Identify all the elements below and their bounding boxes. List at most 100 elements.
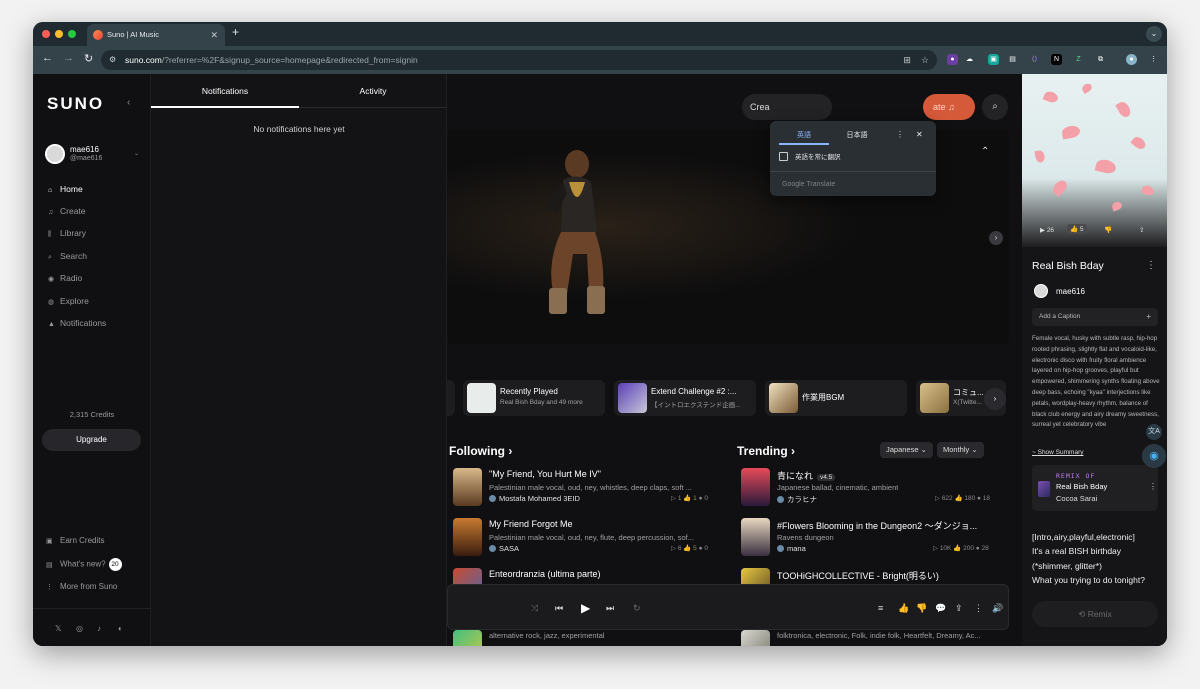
more-options-icon[interactable]: ⋮: [974, 585, 983, 631]
close-window-button[interactable]: [42, 30, 50, 38]
more-from-suno-link[interactable]: ⋮ More from Suno: [46, 582, 117, 591]
nav-notifications[interactable]: ▲ Notifications: [48, 316, 106, 330]
caption-input[interactable]: Add a Caption +: [1032, 308, 1158, 326]
remix-button[interactable]: ⟲ Remix: [1032, 601, 1158, 627]
new-tab-button[interactable]: +: [232, 25, 239, 39]
song-row[interactable]: My Friend Forgot Me Palestinian male voc…: [453, 518, 715, 558]
upgrade-button[interactable]: Upgrade: [42, 429, 141, 451]
extension-icon-2[interactable]: ☁: [964, 54, 975, 65]
creator-name[interactable]: mae616: [1056, 287, 1085, 296]
hero-next-icon[interactable]: ›: [989, 231, 1003, 245]
remix-of-card[interactable]: REMIX OF Real Bish Bday Cocoa Sarai ⋮: [1032, 465, 1158, 511]
nav-explore[interactable]: ◍ Explore: [48, 294, 89, 308]
more-options-icon[interactable]: ⋮: [1149, 482, 1157, 491]
song-artist[interactable]: SASA: [489, 544, 519, 553]
instagram-icon[interactable]: ◎: [76, 624, 83, 633]
create-button[interactable]: ate ♫: [923, 94, 975, 120]
x-twitter-icon[interactable]: 𝕏: [55, 624, 61, 633]
collapse-sidebar-icon[interactable]: ‹: [127, 97, 130, 108]
browser-menu-icon[interactable]: ⋮: [1148, 54, 1159, 65]
site-info-icon[interactable]: ⚙: [109, 50, 116, 70]
play-count-button[interactable]: ▶ 26: [1040, 226, 1054, 234]
bookmark-star-icon[interactable]: ☆: [921, 55, 929, 65]
search-create-pill[interactable]: Crea: [742, 94, 832, 120]
address-bar[interactable]: ⚙ suno.com/?referrer=%2F&signup_source=h…: [101, 50, 937, 70]
whats-new-link[interactable]: ▤ What's new? 20: [46, 558, 122, 571]
translate-target-tab[interactable]: 日本語: [832, 127, 882, 145]
extension-icon-5[interactable]: ⟨⟩: [1029, 54, 1040, 65]
language-dropdown[interactable]: Japanese ⌄: [880, 442, 933, 458]
repeat-icon[interactable]: ↻: [633, 585, 641, 631]
tab-activity[interactable]: Activity: [299, 74, 447, 108]
user-avatar[interactable]: [45, 144, 65, 164]
search-button[interactable]: ⌕: [982, 94, 1008, 120]
playlist-card[interactable]: Extend Challenge #2 :... 【イントロエクステンド企画..…: [614, 380, 756, 416]
profile-avatar-icon[interactable]: ●: [1126, 54, 1137, 65]
tab-notifications[interactable]: Notifications: [151, 74, 299, 108]
close-tab-icon[interactable]: ✕: [210, 24, 218, 46]
close-icon[interactable]: ✕: [916, 130, 923, 139]
show-summary-link[interactable]: ~ Show Summary: [1032, 449, 1083, 456]
assistant-float-icon[interactable]: ◉: [1142, 444, 1166, 468]
zoom-window-button[interactable]: [68, 30, 76, 38]
song-artist[interactable]: カラヒナ: [777, 494, 817, 505]
nav-create[interactable]: ♫ Create: [48, 204, 86, 218]
thumbs-down-icon[interactable]: 👎: [916, 585, 927, 631]
song-artist[interactable]: mana: [777, 544, 806, 553]
play-icon[interactable]: ▶: [581, 585, 590, 631]
translate-float-icon[interactable]: 文A: [1146, 424, 1162, 440]
previous-track-icon[interactable]: ⏮: [555, 585, 563, 631]
nav-home[interactable]: ⌂ Home: [48, 182, 83, 196]
creator-avatar[interactable]: [1034, 284, 1048, 298]
playlist-card[interactable]: 作業用BGM: [765, 380, 907, 416]
tab-search-icon[interactable]: ⌄: [1146, 26, 1162, 42]
suno-logo[interactable]: SUNO: [47, 94, 104, 114]
dislike-button[interactable]: 👎: [1104, 226, 1112, 234]
nav-search[interactable]: ⌕ Search: [48, 249, 87, 263]
collapse-hero-icon[interactable]: ⌃: [981, 146, 989, 157]
song-artist[interactable]: Mostafa Mohamed 3EID: [489, 494, 580, 503]
share-icon[interactable]: ⇪: [955, 585, 963, 631]
minimize-window-button[interactable]: [55, 30, 63, 38]
reload-icon[interactable]: ↻: [84, 52, 93, 65]
extension-icon-4[interactable]: ▤: [1007, 54, 1018, 65]
translate-icon[interactable]: ⊞: [903, 55, 911, 65]
carousel-next-icon[interactable]: ›: [984, 388, 1006, 410]
playlist-card[interactable]: [447, 380, 455, 416]
thumbs-up-icon[interactable]: 👍: [898, 585, 909, 631]
user-menu-chevron-icon[interactable]: ⌄: [134, 150, 139, 157]
more-options-icon[interactable]: ⋮: [1146, 260, 1156, 271]
extension-icon-6[interactable]: N: [1051, 54, 1062, 65]
forward-icon[interactable]: →: [63, 52, 74, 64]
shuffle-icon[interactable]: ⤨: [531, 585, 538, 631]
share-button[interactable]: ⇪: [1139, 226, 1144, 234]
translate-source-tab[interactable]: 英語: [779, 127, 829, 145]
trending-heading[interactable]: Trending ›: [737, 444, 795, 458]
extension-icon-3[interactable]: ▣: [988, 54, 999, 65]
queue-icon[interactable]: ≡: [878, 585, 883, 631]
nav-library[interactable]: ⫼ Library: [48, 226, 86, 240]
following-heading[interactable]: Following ›: [449, 444, 512, 458]
volume-icon[interactable]: 🔊: [992, 585, 1003, 631]
song-row[interactable]: "My Friend, You Hurt Me IV" Palestinian …: [453, 468, 715, 508]
more-options-icon[interactable]: ⋮: [896, 130, 904, 139]
browser-tab[interactable]: Suno | AI Music ✕: [87, 24, 225, 46]
extension-icon-1[interactable]: ●: [947, 54, 958, 65]
like-button[interactable]: 👍 5: [1067, 224, 1087, 234]
period-dropdown[interactable]: Monthly ⌄: [937, 442, 984, 458]
song-row[interactable]: #Flowers Blooming in the Dungeon2 〜ダンジョ.…: [741, 518, 1009, 558]
back-icon[interactable]: ←: [42, 52, 53, 64]
comment-icon[interactable]: 💬: [935, 585, 946, 631]
playlist-card[interactable]: Recently Played Real Bish Bday and 49 mo…: [463, 380, 605, 416]
extensions-puzzle-icon[interactable]: ⧉: [1095, 54, 1106, 65]
song-row[interactable]: alternative rock, jazz, experimental: [453, 630, 715, 646]
earn-credits-link[interactable]: ▣ Earn Credits: [46, 536, 104, 545]
discord-icon[interactable]: ◐: [118, 624, 123, 633]
song-row[interactable]: folktronica, electronic, Folk, indie fol…: [741, 630, 1009, 646]
always-translate-checkbox[interactable]: [779, 152, 788, 161]
nav-radio[interactable]: ◉ Radio: [48, 271, 82, 285]
tiktok-icon[interactable]: ♪: [97, 624, 101, 633]
song-row[interactable]: 青になれ v4.5 Japanese ballad, cinematic, amb…: [741, 468, 1009, 508]
next-track-icon[interactable]: ⏭: [606, 585, 614, 631]
extension-icon-7[interactable]: Z: [1073, 54, 1084, 65]
